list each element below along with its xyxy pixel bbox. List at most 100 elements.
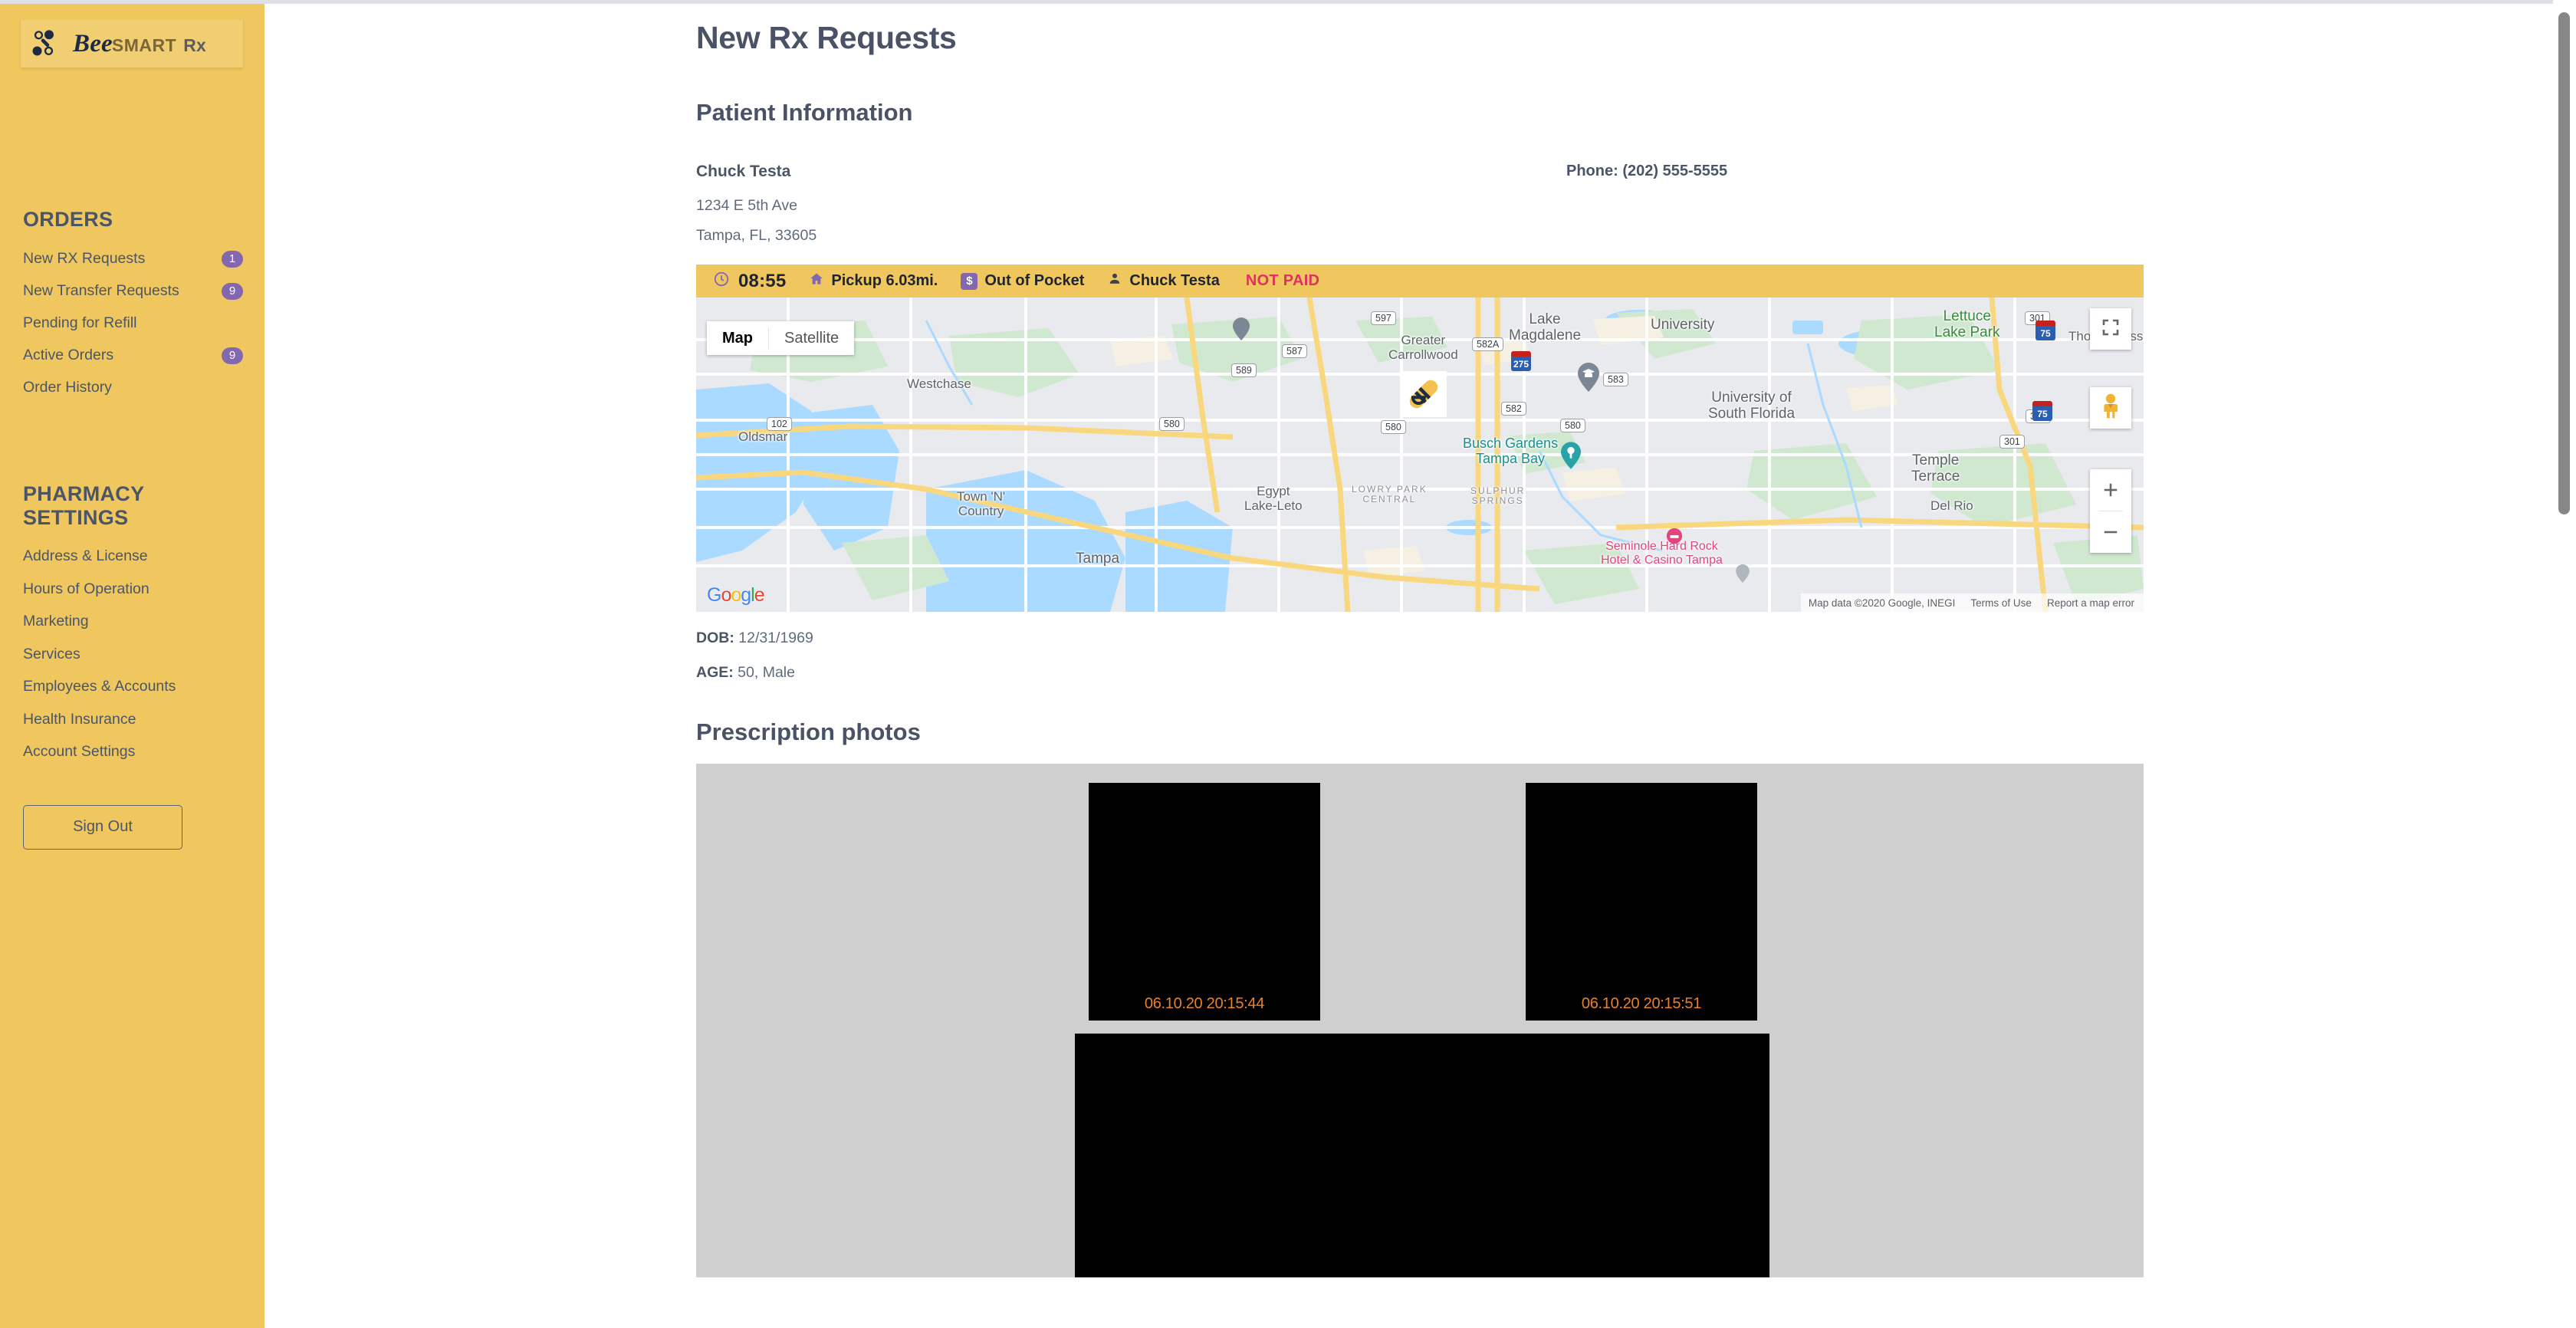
person-icon xyxy=(1107,271,1122,291)
section-title-patient-information: Patient Information xyxy=(696,99,913,126)
sidebar-item-account-settings[interactable]: Account Settings xyxy=(23,735,243,768)
sidebar-item-pending-for-refill[interactable]: Pending for Refill xyxy=(23,307,243,340)
map-interstate-shield: 275 xyxy=(1511,351,1531,371)
brand-logo-text: Bee SMART Rx xyxy=(73,30,206,58)
order-location-marker[interactable] xyxy=(1401,371,1447,417)
sidebar-item-health-insurance[interactable]: Health Insurance xyxy=(23,703,243,736)
sidebar-item-label: Account Settings xyxy=(23,743,136,761)
fullscreen-icon xyxy=(2101,318,2120,340)
logo-bee-text: Bee xyxy=(73,29,113,58)
sidebar-item-label: New RX Requests xyxy=(23,250,146,268)
status-payment-group: $ Out of Pocket xyxy=(961,272,1084,290)
map-type-map-button[interactable]: Map xyxy=(707,321,768,355)
patient-age-label: AGE: xyxy=(696,664,734,681)
order-customer: Chuck Testa xyxy=(1129,272,1220,289)
sidebar: Bee SMART Rx ORDERS New RX Requests 1 New Tr… xyxy=(0,0,264,1328)
poi-north-pin xyxy=(1233,317,1250,344)
home-icon xyxy=(809,271,824,291)
sidebar-item-address-license[interactable]: Address & License xyxy=(23,540,243,573)
delivery-method: Pickup 6.03mi. xyxy=(831,272,938,289)
brand-logo[interactable]: Bee SMART Rx xyxy=(21,20,243,67)
page-scrollbar[interactable] xyxy=(2553,0,2576,1328)
sidebar-item-hours-of-operation[interactable]: Hours of Operation xyxy=(23,573,243,606)
sidebar-item-label: Marketing xyxy=(23,613,89,630)
map-tiles xyxy=(696,297,2144,612)
map-terms-link[interactable]: Terms of Use xyxy=(1970,597,2032,609)
patient-age: AGE: 50, Male xyxy=(696,664,2576,682)
map-highway-shield: 580 xyxy=(1381,420,1406,435)
sidebar-item-label: Employees & Accounts xyxy=(23,678,176,695)
patient-address-line-2: Tampa, FL, 33605 xyxy=(696,227,817,244)
sidebar-item-marketing[interactable]: Marketing xyxy=(23,605,243,638)
payment-status-badge: NOT PAID xyxy=(1245,272,1320,289)
patient-phone: Phone: (202) 555-5555 xyxy=(1566,163,1728,179)
delivery-map[interactable]: Map Satellite Lake Magdalene University … xyxy=(696,297,2144,612)
map-report-error-link[interactable]: Report a map error xyxy=(2047,597,2134,609)
status-delivery-group: Pickup 6.03mi. xyxy=(809,271,938,291)
sidebar-item-badge: 9 xyxy=(222,282,243,300)
poi-marker-small-pin xyxy=(1736,564,1750,587)
map-highway-shield: 597 xyxy=(1371,311,1396,326)
prescription-photo[interactable]: 06.10.20 20:15:51 xyxy=(1526,783,1757,1021)
map-zoom-in-button[interactable] xyxy=(2090,469,2131,511)
logo-smart-text: SMART xyxy=(111,35,177,55)
window-top-strip xyxy=(264,0,2576,4)
page-scrollbar-thumb[interactable] xyxy=(2558,12,2570,514)
sidebar-item-label: Health Insurance xyxy=(23,710,136,728)
patient-dob: DOB: 12/31/1969 xyxy=(696,629,2576,647)
map-interstate-shield: 75 xyxy=(2032,401,2052,421)
sidebar-item-new-transfer-requests[interactable]: New Transfer Requests 9 xyxy=(23,275,243,307)
status-customer-group: Chuck Testa NOT PAID xyxy=(1107,271,1319,291)
sidebar-item-label: Active Orders xyxy=(23,347,114,364)
sidebar-item-label: Pending for Refill xyxy=(23,314,137,332)
sidebar-item-new-rx-requests[interactable]: New RX Requests 1 xyxy=(23,243,243,275)
order-time: 08:55 xyxy=(738,270,787,291)
sidebar-item-services[interactable]: Services xyxy=(23,638,243,671)
patient-header-row: Chuck Testa Phone: (202) 555-5555 xyxy=(696,163,2144,181)
app-root: Bee SMART Rx ORDERS New RX Requests 1 New Tr… xyxy=(0,0,2576,1328)
map-data-attribution: Map data ©2020 Google, INEGI xyxy=(1808,597,1956,609)
map-highway-shield: 580 xyxy=(1159,417,1184,432)
sidebar-section-settings-title: PHARMACY SETTINGS xyxy=(23,482,144,529)
content-column: New Rx Requests Patient Information Chuc… xyxy=(264,0,2576,1277)
sidebar-section-orders-title: ORDERS xyxy=(23,208,113,231)
map-highway-shield: 580 xyxy=(1560,419,1585,433)
prescription-photo[interactable] xyxy=(1075,1034,1769,1277)
sidebar-item-active-orders[interactable]: Active Orders 9 xyxy=(23,340,243,372)
patient-age-value: 50, Male xyxy=(738,664,795,681)
sidebar-item-badge: 1 xyxy=(222,250,243,268)
map-highway-shield: 102 xyxy=(767,417,792,432)
map-type-satellite-button[interactable]: Satellite xyxy=(769,321,854,355)
photo-timestamp: 06.10.20 20:15:44 xyxy=(1144,995,1265,1012)
map-zoom-controls[interactable] xyxy=(2090,469,2131,553)
map-type-control[interactable]: Map Satellite xyxy=(707,321,855,355)
sidebar-item-label: Address & License xyxy=(23,547,148,565)
clock-icon xyxy=(713,271,730,291)
sidebar-item-employees-accounts[interactable]: Employees & Accounts xyxy=(23,670,243,703)
sign-out-wrapper: Sign Out xyxy=(23,804,264,850)
window-top-strip-left xyxy=(0,0,264,4)
sidebar-item-order-history[interactable]: Order History xyxy=(23,372,243,404)
main-content: New Rx Requests Patient Information Chuc… xyxy=(264,0,2576,1328)
section-title-prescription-photos: Prescription photos xyxy=(696,718,921,745)
patient-address-line-1: 1234 E 5th Ave xyxy=(696,197,797,214)
map-zoom-out-button[interactable] xyxy=(2090,511,2131,553)
sidebar-item-badge: 9 xyxy=(222,347,243,364)
map-fullscreen-button[interactable] xyxy=(2090,308,2131,350)
patient-dob-value: 12/31/1969 xyxy=(738,629,813,646)
logo-rx-text: Rx xyxy=(183,35,206,55)
sign-out-button[interactable]: Sign Out xyxy=(23,804,182,850)
patient-dob-label: DOB: xyxy=(696,629,734,646)
map-interstate-shield: 75 xyxy=(2036,320,2055,340)
pegman-icon xyxy=(2099,393,2122,423)
poi-university-pin xyxy=(1578,363,1599,396)
map-highway-shield: 301 xyxy=(1999,435,2025,449)
photo-timestamp: 06.10.20 20:15:51 xyxy=(1581,995,1702,1012)
street-view-pegman-button[interactable] xyxy=(2090,387,2131,429)
prescription-photo-gallery: 06.10.20 20:15:44 06.10.20 20:15:51 xyxy=(696,764,2144,1277)
payment-method: Out of Pocket xyxy=(984,272,1085,289)
prescription-photo[interactable]: 06.10.20 20:15:44 xyxy=(1089,783,1320,1021)
sidebar-orders-list: New RX Requests 1 New Transfer Requests 9 Pe… xyxy=(0,243,264,404)
map-highway-shield: 589 xyxy=(1231,363,1257,378)
pill-logo-icon xyxy=(30,28,65,59)
